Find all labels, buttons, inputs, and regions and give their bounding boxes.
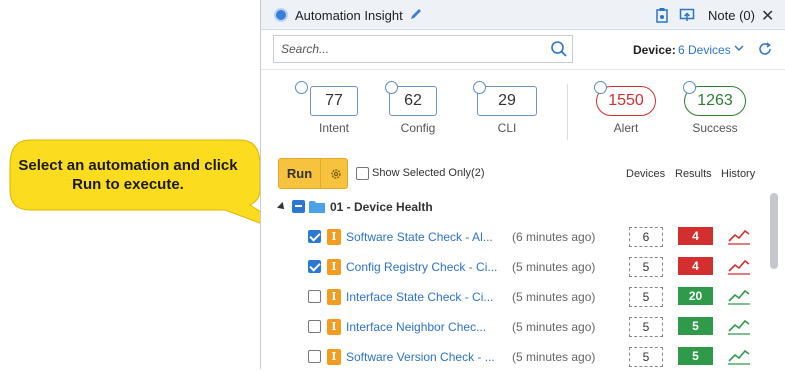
alert-label: Alert — [613, 121, 639, 135]
pencil-icon[interactable] — [409, 7, 423, 21]
chevron-down-icon[interactable] — [734, 43, 744, 53]
cli-radio[interactable] — [473, 81, 486, 94]
folder-icon — [309, 201, 325, 213]
run-toolbar: Run Show Selected Only(2) Devices Result… — [261, 157, 785, 191]
result-badge[interactable]: 5 — [678, 347, 713, 365]
automation-row[interactable]: I Interface Neighbor Chec... (5 minutes ag… — [261, 312, 785, 342]
intent-badge: I — [327, 259, 341, 275]
device-count[interactable]: 5 — [629, 257, 663, 277]
search-icon[interactable] — [550, 40, 568, 58]
callout-text: Select an automation and click Run to ex… — [18, 157, 238, 193]
config-radio[interactable] — [385, 81, 398, 94]
row-checkbox[interactable] — [308, 350, 321, 363]
search-bar: Device: 6 Devices — [261, 30, 785, 70]
device-count[interactable]: 5 — [629, 347, 663, 367]
automation-insight-icon — [274, 8, 288, 22]
row-checkbox[interactable] — [308, 230, 321, 243]
history-chart-icon[interactable] — [727, 256, 751, 276]
run-time: (5 minutes ago) — [512, 320, 596, 334]
intent-badge: I — [327, 349, 341, 365]
history-chart-icon[interactable] — [727, 346, 751, 366]
row-checkbox[interactable] — [308, 290, 321, 303]
result-badge[interactable]: 20 — [678, 287, 713, 305]
result-badge[interactable]: 4 — [678, 257, 713, 275]
result-badge[interactable]: 5 — [678, 317, 713, 335]
intent-label: Intent — [318, 121, 350, 135]
automation-name-link[interactable]: Software State Check - Al... — [346, 230, 493, 244]
run-time: (5 minutes ago) — [512, 290, 596, 304]
history-header: History — [721, 168, 756, 180]
run-button[interactable]: Run — [278, 158, 348, 189]
automation-insight-panel: Automation Insight Note (0) ✕ Device: 6 … — [260, 0, 785, 369]
intent-badge: I — [327, 319, 341, 335]
note-button[interactable]: Note (0) — [708, 8, 755, 23]
run-label[interactable]: Run — [279, 159, 321, 188]
automation-name-link[interactable]: Interface State Check - Ci... — [346, 290, 493, 304]
alert-radio[interactable] — [594, 81, 607, 94]
search-input[interactable] — [273, 35, 573, 63]
group-label: 01 - Device Health — [330, 200, 433, 214]
device-count[interactable]: 5 — [629, 287, 663, 307]
results-header: Results — [675, 168, 712, 180]
history-chart-icon[interactable] — [727, 286, 751, 306]
group-checkbox[interactable] — [292, 200, 305, 213]
run-time: (5 minutes ago) — [512, 350, 596, 364]
automation-name-link[interactable]: Config Registry Check - Ci... — [346, 260, 497, 274]
automation-name-link[interactable]: Software Version Check - ... — [346, 350, 495, 364]
automation-row[interactable]: I Software Version Check - ... (5 minutes … — [261, 342, 785, 372]
success-radio[interactable] — [683, 81, 696, 94]
device-count[interactable]: 6 — [629, 227, 663, 247]
title-bar: Automation Insight Note (0) ✕ — [261, 0, 785, 30]
automation-row[interactable]: I Config Registry Check - Ci... (5 minutes… — [261, 252, 785, 282]
history-chart-icon[interactable] — [727, 226, 751, 246]
automation-name-link[interactable]: Interface Neighbor Chec... — [346, 320, 486, 334]
result-badge[interactable]: 4 — [678, 227, 713, 245]
close-icon[interactable]: ✕ — [761, 6, 774, 26]
devices-header: Devices — [626, 168, 666, 180]
show-selected-checkbox[interactable] — [356, 167, 369, 180]
run-time: (5 minutes ago) — [512, 260, 596, 274]
gear-icon[interactable] — [329, 167, 343, 181]
intent-badge: I — [327, 229, 341, 245]
success-label: Success — [692, 121, 738, 135]
intent-badge: I — [327, 289, 341, 305]
config-label: Config — [400, 121, 436, 135]
export-icon[interactable] — [679, 7, 695, 23]
history-chart-icon[interactable] — [727, 316, 751, 336]
stats-divider — [567, 84, 568, 140]
automation-row[interactable]: I Software State Check - Al... (6 minutes … — [261, 222, 785, 252]
collapse-arrow-icon[interactable] — [277, 202, 287, 212]
run-time: (6 minutes ago) — [512, 230, 596, 244]
intent-count[interactable]: 77 — [310, 86, 358, 116]
intent-radio[interactable] — [295, 81, 308, 94]
row-checkbox[interactable] — [308, 320, 321, 333]
automation-row[interactable]: I Interface State Check - Ci... (5 minutes… — [261, 282, 785, 312]
cli-count[interactable]: 29 — [477, 86, 537, 116]
device-selector[interactable]: 6 Devices — [678, 43, 731, 57]
row-checkbox[interactable] — [308, 260, 321, 273]
clipboard-icon[interactable] — [654, 7, 670, 23]
scrollbar-thumb[interactable] — [770, 193, 778, 269]
panel-title: Automation Insight — [295, 8, 403, 23]
device-label: Device: — [633, 43, 676, 57]
refresh-icon[interactable] — [758, 42, 772, 56]
cli-label: CLI — [497, 121, 517, 135]
group-device-health: 01 - Device Health — [261, 196, 785, 218]
show-selected-label: Show Selected Only(2) — [372, 167, 485, 179]
device-count[interactable]: 5 — [629, 317, 663, 337]
